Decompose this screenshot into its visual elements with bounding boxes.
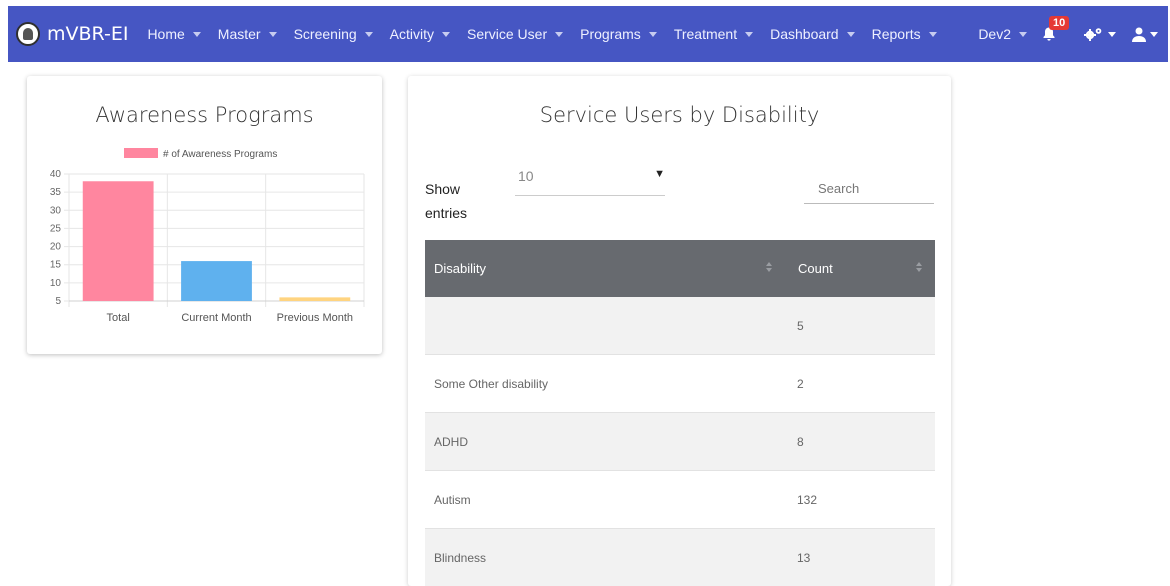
nav-home-label: Home (147, 26, 185, 42)
nav-activity[interactable]: Activity (390, 26, 450, 42)
bar-previous-month (279, 297, 351, 301)
nav-reports-label: Reports (871, 26, 921, 42)
y-tick-label: 10 (50, 278, 62, 289)
gears-icon (1084, 28, 1102, 41)
chevron-down-icon (928, 31, 937, 37)
chevron-down-icon (1150, 31, 1158, 37)
brand[interactable]: mVBR-EI (16, 22, 128, 46)
chevron-down-icon (364, 31, 373, 37)
table-row: Autism 132 (425, 471, 935, 529)
y-tick-label: 40 (50, 169, 62, 180)
disability-table: Disability Count 5 Some Other disability… (425, 240, 935, 586)
disability-table-title: Service Users by Disability (539, 103, 820, 127)
cell-disability: Blindness (434, 550, 487, 565)
service-users-by-disability-card: Service Users by Disability Show entries… (408, 76, 951, 586)
user-icon (1132, 27, 1146, 42)
nav-reports[interactable]: Reports (872, 26, 937, 42)
awareness-programs-card: Awareness Programs # of Awareness Progra… (27, 76, 382, 354)
awareness-programs-chart: # of Awareness Programs 40 35 30 25 20 15 10 5 To… (50, 148, 365, 324)
cell-count: 13 (797, 550, 811, 565)
notifications-button[interactable]: 10 (1041, 16, 1070, 42)
chevron-down-icon (745, 31, 754, 37)
settings-menu[interactable] (1083, 26, 1116, 42)
chevron-down-icon (1019, 31, 1027, 37)
nav-right: Dev2 10 (978, 6, 1158, 62)
cell-disability: Some Other disability (434, 376, 549, 391)
brand-name: mVBR-EI (47, 23, 129, 45)
table-row: ADHD 8 (425, 413, 935, 471)
top-navbar: mVBR-EI Home Master Screening Activity S… (8, 6, 1168, 62)
legend-swatch (124, 148, 158, 158)
cell-count: 132 (797, 492, 818, 507)
chevron-down-icon (268, 31, 277, 37)
chevron-down-icon (441, 31, 450, 37)
cell-count: 2 (797, 376, 804, 391)
page-size-value: 10 (518, 168, 534, 184)
cell-count: 5 (797, 318, 804, 333)
column-header-label: Disability (434, 261, 487, 276)
dropdown-arrow-icon: ▼ (654, 168, 665, 180)
search-input[interactable] (804, 174, 934, 204)
x-tick-label: Current Month (181, 312, 251, 324)
notification-count-badge: 10 (1049, 16, 1070, 30)
user-menu[interactable] (1132, 27, 1158, 42)
chevron-down-icon (846, 31, 855, 37)
chevron-down-icon (1108, 31, 1116, 37)
nav-screening-label: Screening (293, 26, 357, 42)
nav-service-user-label: Service User (466, 26, 548, 42)
x-tick-label: Previous Month (277, 312, 353, 324)
nav-programs-label: Programs (580, 26, 641, 42)
legend-label: # of Awareness Programs (163, 149, 277, 160)
table-row: 5 (425, 297, 935, 355)
sort-icon (916, 262, 923, 274)
table-header: Disability Count (425, 240, 935, 297)
nav-master-label: Master (217, 26, 261, 42)
sort-icon (766, 262, 773, 274)
show-entries-label: Show entries (425, 181, 468, 221)
y-tick-label: 15 (50, 260, 62, 271)
nav-service-user[interactable]: Service User (466, 26, 564, 42)
user-context-menu[interactable]: Dev2 (978, 26, 1027, 42)
column-header-disability[interactable]: Disability (425, 240, 785, 297)
table-row: Blindness 13 (425, 529, 935, 586)
y-tick-label: 5 (55, 296, 61, 307)
nav-dashboard[interactable]: Dashboard (770, 26, 855, 42)
column-header-count[interactable]: Count (785, 240, 935, 297)
y-tick-label: 25 (50, 223, 62, 234)
main-menu: Home Master Screening Activity Service U… (147, 26, 953, 42)
nav-screening[interactable]: Screening (294, 26, 373, 42)
y-tick-label: 30 (50, 205, 62, 216)
cell-disability: ADHD (434, 434, 469, 449)
nav-treatment[interactable]: Treatment (673, 26, 754, 42)
nav-master[interactable]: Master (218, 26, 277, 42)
cell-disability: Autism (434, 492, 471, 507)
bar-current-month (181, 261, 252, 301)
bar-total (82, 181, 154, 301)
nav-activity-label: Activity (389, 26, 434, 42)
org-seal-icon (16, 22, 40, 46)
user-context-label: Dev2 (978, 26, 1011, 42)
page-size-select[interactable]: 10 ▼ (515, 168, 665, 196)
y-tick-label: 35 (50, 187, 62, 198)
table-row: Some Other disability 2 (425, 355, 935, 413)
x-tick-label: Total (107, 312, 130, 324)
awareness-programs-title: Awareness Programs (95, 103, 314, 127)
cell-count: 8 (797, 434, 804, 449)
nav-programs[interactable]: Programs (580, 26, 657, 42)
nav-dashboard-label: Dashboard (770, 26, 839, 42)
chevron-down-icon (648, 31, 657, 37)
chevron-down-icon (555, 31, 564, 37)
nav-home[interactable]: Home (147, 26, 201, 42)
y-tick-label: 20 (50, 242, 62, 253)
chevron-down-icon (192, 31, 201, 37)
nav-treatment-label: Treatment (673, 26, 738, 42)
column-header-label: Count (798, 261, 833, 276)
